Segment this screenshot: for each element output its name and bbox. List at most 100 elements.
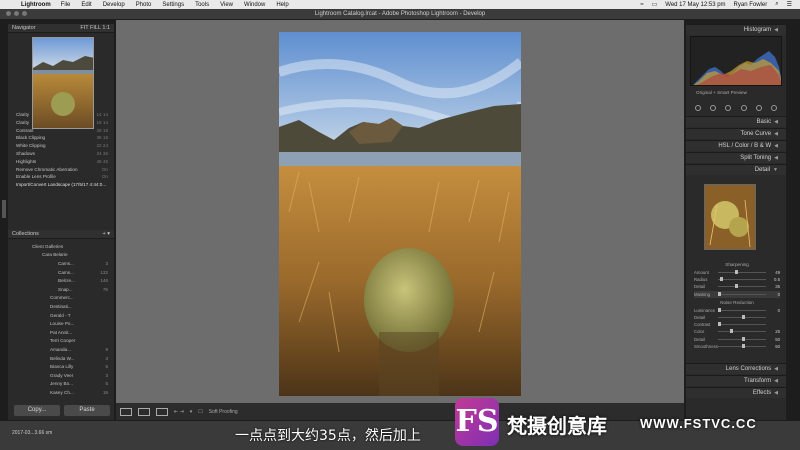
collection-item[interactable]: Bianca Lilly 5 bbox=[14, 362, 112, 371]
menu-edit[interactable]: Edit bbox=[81, 2, 91, 8]
slider-knob[interactable] bbox=[730, 329, 733, 334]
section-basic[interactable]: Basic ◀ bbox=[686, 116, 786, 127]
menu-file[interactable]: File bbox=[61, 2, 71, 8]
adjustment-brush-icon[interactable] bbox=[771, 105, 778, 111]
paste-button[interactable]: Paste bbox=[64, 405, 110, 416]
radial-filter-icon[interactable] bbox=[755, 105, 762, 111]
clock[interactable]: Wed 17 May 12:53 pm bbox=[665, 2, 725, 8]
graduated-filter-icon[interactable] bbox=[740, 105, 747, 111]
loupe-view-icon[interactable] bbox=[120, 407, 132, 416]
user-name[interactable]: Ryan Fowler bbox=[734, 2, 768, 8]
nr-contrast-slider[interactable]: Contrast bbox=[694, 321, 780, 328]
collection-item[interactable]: Belcre... 146 bbox=[14, 276, 112, 285]
battery-icon[interactable]: ▭ bbox=[652, 1, 658, 8]
slider-knob[interactable] bbox=[718, 322, 721, 327]
slider-knob[interactable] bbox=[734, 270, 738, 275]
spot-removal-icon[interactable] bbox=[709, 105, 716, 111]
nr-luminance-slider[interactable]: Luminance 0 bbox=[694, 307, 780, 314]
nr-color-slider[interactable]: Color 25 bbox=[694, 328, 780, 335]
collection-item[interactable]: Cams... 3 bbox=[14, 259, 112, 268]
section-hsl[interactable]: HSL / Color / B & W ◀ bbox=[686, 140, 786, 151]
detail-preview[interactable] bbox=[704, 184, 756, 250]
before-after-split-icon[interactable] bbox=[156, 407, 168, 416]
menu-settings[interactable]: Settings bbox=[162, 2, 184, 8]
crop-tool-icon[interactable] bbox=[694, 105, 701, 111]
history-item[interactable]: Enable Lens Profile On bbox=[16, 174, 112, 182]
zoom-window-button[interactable] bbox=[22, 11, 27, 16]
close-window-button[interactable] bbox=[6, 11, 11, 16]
menu-view[interactable]: View bbox=[220, 2, 233, 8]
section-tone-curve[interactable]: Tone Curve ◀ bbox=[686, 128, 786, 139]
collection-item[interactable]: Cara Belarie bbox=[14, 251, 112, 260]
collection-item[interactable]: Pat Annit... bbox=[14, 328, 112, 337]
left-scrollbar[interactable] bbox=[2, 200, 6, 218]
slider-knob[interactable] bbox=[742, 336, 745, 341]
nr-color-detail-slider[interactable]: Detail 50 bbox=[694, 336, 780, 343]
section-split-toning[interactable]: Split Toning ◀ bbox=[686, 152, 786, 163]
filmstrip-label: 2017-03...3.66 sm bbox=[12, 430, 53, 436]
collection-item[interactable]: Client Galleries bbox=[14, 242, 112, 251]
search-icon[interactable]: ⌕ bbox=[775, 1, 778, 8]
nr-smoothness-slider[interactable]: Smoothness 50 bbox=[694, 343, 780, 350]
menu-photo[interactable]: Photo bbox=[136, 2, 152, 8]
slider-knob[interactable] bbox=[718, 307, 721, 312]
history-item[interactable]: Shadows 24 36 bbox=[16, 151, 112, 159]
history-item[interactable]: White Clipping 22 24 bbox=[16, 143, 112, 151]
history-item[interactable]: Clarity 18 14 bbox=[16, 120, 112, 128]
menu-list-icon[interactable]: ☰ bbox=[787, 1, 792, 8]
section-detail[interactable]: Detail ▼ bbox=[686, 164, 786, 175]
slider-knob[interactable] bbox=[734, 284, 738, 289]
section-effects[interactable]: Effects ◀ bbox=[686, 387, 786, 398]
collection-item[interactable]: Grady Veer 3 bbox=[14, 371, 112, 380]
collection-item[interactable]: Belinda W... 3 bbox=[14, 354, 112, 363]
history-item[interactable]: Clarity 14 14 bbox=[16, 112, 112, 120]
collection-item[interactable]: Commerc... bbox=[14, 294, 112, 303]
slider-knob[interactable] bbox=[718, 291, 721, 296]
sharpen-amount-slider[interactable]: Amount 49 bbox=[694, 269, 780, 276]
history-item[interactable]: Highlights 46 46 bbox=[16, 159, 112, 167]
sharpen-radius-slider[interactable]: Radius 0.5 bbox=[694, 276, 780, 283]
app-menu[interactable]: Lightroom bbox=[21, 2, 51, 8]
minimize-window-button[interactable] bbox=[14, 11, 19, 16]
collections-header[interactable]: Collections + ▾ bbox=[8, 230, 114, 239]
slider-knob[interactable] bbox=[742, 343, 745, 348]
histogram[interactable] bbox=[690, 36, 782, 86]
menu-window[interactable]: Window bbox=[244, 2, 265, 8]
slider-knob[interactable] bbox=[742, 315, 745, 320]
collection-item[interactable]: Kasey Ch... 19 bbox=[14, 388, 112, 397]
navigator-header[interactable]: Navigator FIT FILL 1:1 bbox=[8, 24, 114, 33]
sharpen-masking-slider[interactable]: Masking 0 bbox=[694, 290, 780, 298]
collection-item[interactable]: Amanda... 6 bbox=[14, 345, 112, 354]
menu-tools[interactable]: Tools bbox=[195, 2, 209, 8]
noise-reduction-label: Noise Reduction bbox=[720, 299, 754, 305]
before-after-icon[interactable] bbox=[138, 407, 150, 416]
sharpen-detail-slider[interactable]: Detail 35 bbox=[694, 283, 780, 290]
wifi-icon[interactable]: ≈ bbox=[640, 2, 643, 8]
collection-item[interactable]: Jenny Bo... 5 bbox=[14, 380, 112, 389]
histogram-header[interactable]: Histogram ◀ bbox=[686, 24, 786, 35]
history-item[interactable]: Black Clipping 36 18 bbox=[16, 135, 112, 143]
nr-detail-slider[interactable]: Detail bbox=[694, 314, 780, 321]
soft-proofing-checkbox[interactable]: ☐ bbox=[198, 409, 202, 415]
zoom-options[interactable]: FIT FILL 1:1 bbox=[80, 25, 110, 31]
history-item[interactable]: Contrast 28 18 bbox=[16, 128, 112, 136]
menu-help[interactable]: Help bbox=[276, 2, 288, 8]
history-item[interactable]: Remove Chromatic Aberration On bbox=[16, 167, 112, 175]
collection-item[interactable]: Cams... 132 bbox=[14, 268, 112, 277]
collection-item[interactable]: Destinati... bbox=[14, 302, 112, 311]
red-eye-icon[interactable] bbox=[725, 105, 732, 111]
collection-item[interactable]: Louise Po... bbox=[14, 319, 112, 328]
section-lens-corrections[interactable]: Lens Corrections ◀ bbox=[686, 363, 786, 374]
collection-item[interactable]: Gerald - T bbox=[14, 311, 112, 320]
history-item[interactable]: Import/Convert Landscape (17/5/17 4:44:0… bbox=[16, 182, 112, 190]
xy-icon[interactable]: ▾ bbox=[190, 409, 193, 415]
menu-develop[interactable]: Develop bbox=[103, 2, 125, 8]
section-transform[interactable]: Transform ◀ bbox=[686, 375, 786, 386]
slider-knob[interactable] bbox=[720, 277, 724, 282]
undo-redo-icon[interactable]: ⇤ ⇥ bbox=[174, 409, 184, 415]
copy-button[interactable]: Copy... bbox=[14, 405, 60, 416]
main-photo[interactable] bbox=[279, 32, 521, 396]
collections-toggle-icon[interactable]: + ▾ bbox=[102, 231, 110, 237]
collection-item[interactable]: Terri Cooper bbox=[14, 337, 112, 346]
collection-item[interactable]: Snap... 76 bbox=[14, 285, 112, 294]
